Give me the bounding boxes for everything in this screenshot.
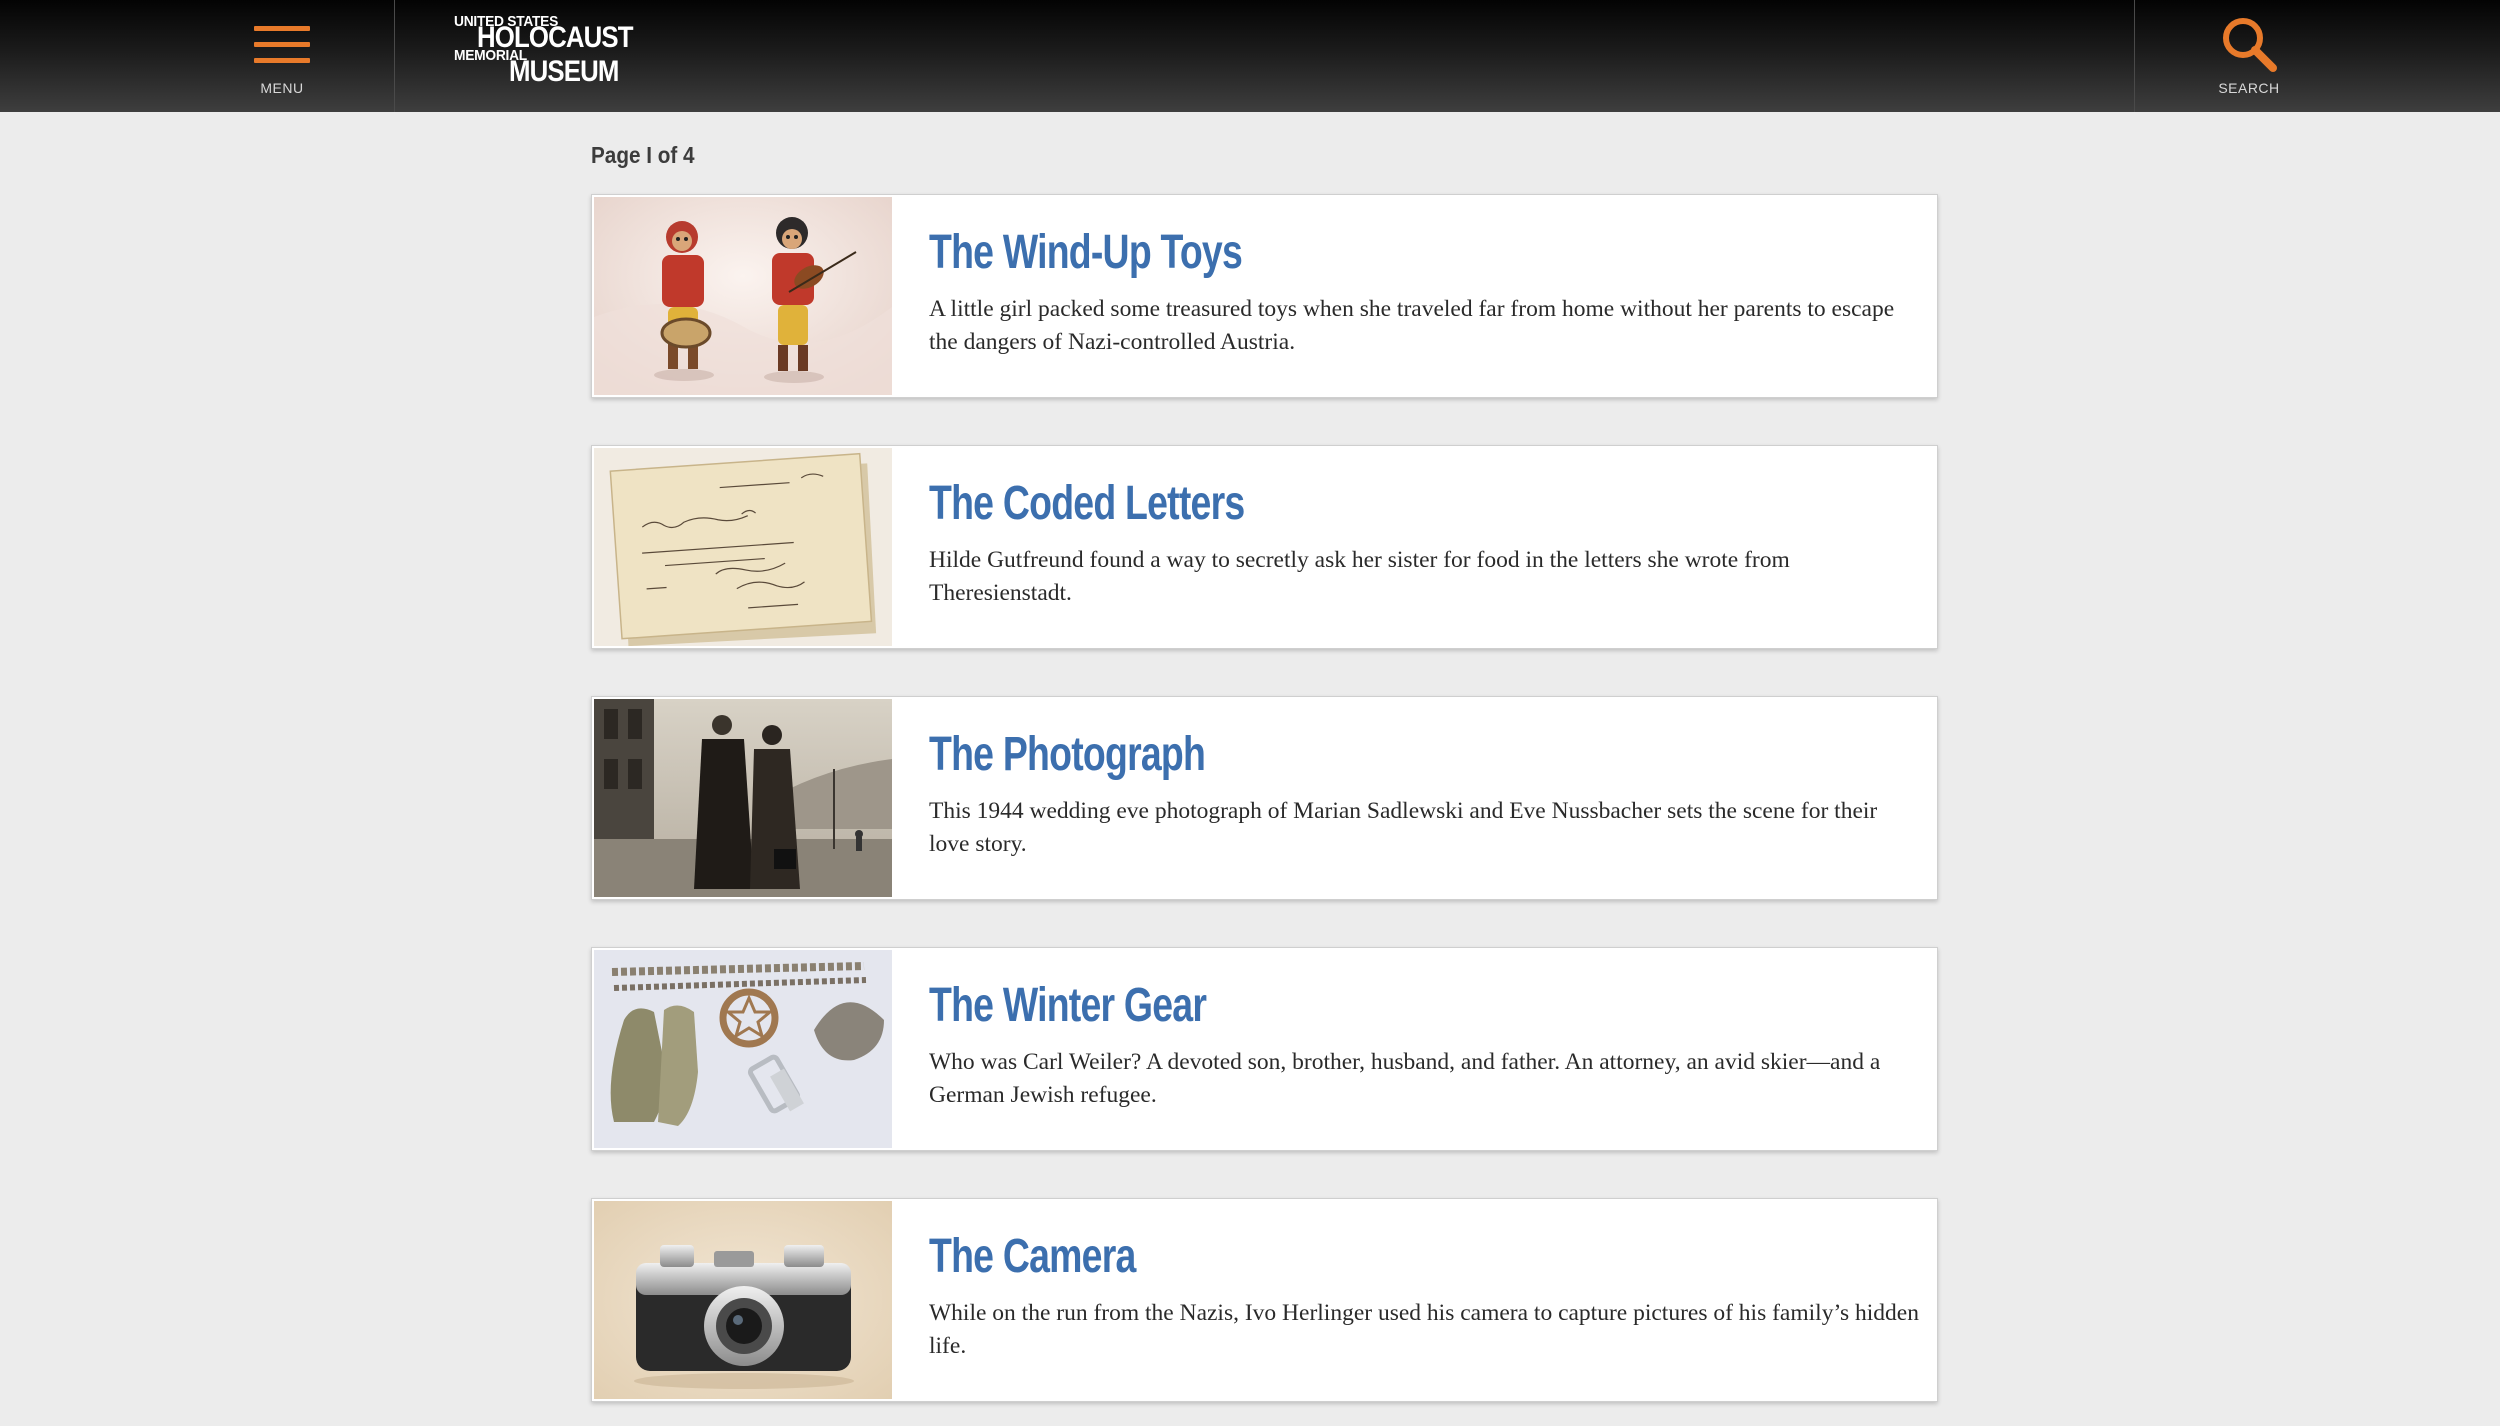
search-button[interactable]: SEARCH — [2134, 0, 2500, 112]
story-description: This 1944 wedding eve photograph of Mari… — [929, 798, 1878, 857]
menu-label: MENU — [260, 80, 304, 96]
story-card-winter-gear[interactable]: The Winter Gear Who was Carl Weiler? A d… — [591, 947, 1938, 1151]
story-title[interactable]: The Winter Gear — [929, 978, 1207, 1033]
logo-line-museum: MUSEUM — [509, 55, 619, 88]
wedding-photograph-image[interactable] — [594, 699, 892, 897]
story-card-camera[interactable]: The Camera While on the run from the Naz… — [591, 1198, 1938, 1402]
story-description: Who was Carl Weiler? A devoted son, brot… — [929, 1049, 1881, 1108]
story-title[interactable]: The Camera — [929, 1229, 1136, 1284]
story-card-coded-letters[interactable]: The Coded Letters Hilde Gutfreund found … — [591, 445, 1938, 649]
top-navigation-bar: MENU UNITED STATES HOLOCAUST MEMORIAL MU… — [0, 0, 2500, 112]
coded-letters-image[interactable] — [594, 448, 892, 646]
search-icon — [2223, 18, 2277, 72]
museum-logo[interactable]: UNITED STATES HOLOCAUST MEMORIAL MUSEUM — [454, 10, 634, 90]
menu-button[interactable]: MENU — [0, 0, 395, 112]
story-title[interactable]: The Photograph — [929, 727, 1206, 782]
story-card-photograph[interactable]: The Photograph This 1944 wedding eve pho… — [591, 696, 1938, 900]
search-label: SEARCH — [2218, 80, 2280, 96]
hamburger-menu-icon — [254, 26, 310, 64]
wind-up-toys-image[interactable] — [594, 197, 892, 395]
camera-image[interactable] — [594, 1201, 892, 1399]
page-indicator: Page I of 4 — [591, 142, 695, 168]
story-title[interactable]: The Wind-Up Toys — [929, 225, 1243, 280]
story-title[interactable]: The Coded Letters — [929, 476, 1245, 531]
story-description: A little girl packed some treasured toys… — [929, 296, 1895, 355]
story-card-wind-up-toys[interactable]: The Wind-Up Toys A little girl packed so… — [591, 194, 1938, 398]
story-description: Hilde Gutfreund found a way to secretly … — [929, 547, 1790, 606]
story-description: While on the run from the Nazis, Ivo Her… — [929, 1300, 1919, 1359]
winter-gear-image[interactable] — [594, 950, 892, 1148]
